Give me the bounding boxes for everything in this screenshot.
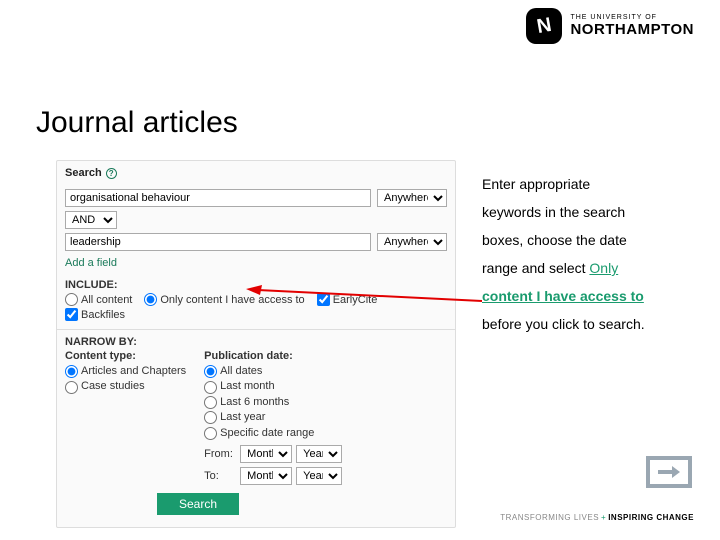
- brand-text: THE UNIVERSITY OF NORTHAMPTON: [570, 14, 694, 37]
- narrow-label: NARROW BY:: [57, 332, 455, 350]
- page-title: Journal articles: [36, 106, 238, 140]
- include-label: INCLUDE:: [57, 275, 455, 293]
- arrow-right-icon: [658, 465, 680, 479]
- search-panel: Search ? Anywhere AND Anywhere Add a fie…: [56, 160, 456, 528]
- from-month[interactable]: Month: [240, 445, 292, 463]
- operator-row: AND: [57, 211, 455, 229]
- ct-cases[interactable]: Case studies: [65, 379, 186, 394]
- instr-line1: Enter appropriate: [482, 176, 590, 192]
- instr-line5: content I have access to: [482, 288, 644, 304]
- next-page-arrow[interactable]: [646, 456, 692, 488]
- operator-select[interactable]: AND: [65, 211, 117, 229]
- instr-line3: boxes, choose the date: [482, 232, 627, 248]
- keyword-row-1: Anywhere: [57, 185, 455, 211]
- to-month[interactable]: Month: [240, 467, 292, 485]
- ct-articles-radio[interactable]: [65, 365, 78, 378]
- include-backfiles[interactable]: Backfiles: [65, 308, 125, 321]
- divider: [57, 329, 455, 330]
- instr-line2: keywords in the search: [482, 204, 625, 220]
- to-label: To:: [204, 470, 236, 482]
- include-earlycite-checkbox[interactable]: [317, 293, 330, 306]
- pd-all-radio[interactable]: [204, 365, 217, 378]
- field-select-2[interactable]: Anywhere: [377, 233, 447, 251]
- pd-last6-radio[interactable]: [204, 396, 217, 409]
- brand-block: N THE UNIVERSITY OF NORTHAMPTON: [526, 8, 694, 44]
- keyword-row-2: Anywhere: [57, 229, 455, 255]
- pd-lastyear[interactable]: Last year: [204, 410, 342, 425]
- tagline-plus: +: [599, 513, 608, 522]
- to-row: To: Month Year: [204, 467, 342, 485]
- pd-range-radio[interactable]: [204, 427, 217, 440]
- instr-only: Only: [589, 260, 618, 276]
- pd-all[interactable]: All dates: [204, 364, 342, 379]
- pd-lastyear-radio[interactable]: [204, 411, 217, 424]
- from-label: From:: [204, 448, 236, 460]
- include-earlycite[interactable]: EarlyCite: [317, 293, 378, 306]
- pd-lastmonth-radio[interactable]: [204, 381, 217, 394]
- add-field-link[interactable]: Add a field: [57, 255, 455, 275]
- content-type-label: Content type:: [65, 350, 186, 362]
- include-backfiles-checkbox[interactable]: [65, 308, 78, 321]
- to-year[interactable]: Year: [296, 467, 342, 485]
- pd-last6[interactable]: Last 6 months: [204, 395, 342, 410]
- from-row: From: Month Year: [204, 445, 342, 463]
- brand-logo: N: [526, 8, 562, 44]
- brand-logo-glyph: N: [535, 13, 553, 38]
- ct-articles[interactable]: Articles and Chapters: [65, 364, 186, 379]
- include-checks: All content Only content I have access t…: [57, 293, 455, 327]
- help-icon[interactable]: ?: [106, 168, 117, 179]
- instr-line4a: range and select: [482, 260, 589, 276]
- search-button[interactable]: Search: [157, 493, 239, 515]
- content-type-col: Content type: Articles and Chapters Case…: [65, 350, 186, 485]
- ct-cases-radio[interactable]: [65, 381, 78, 394]
- include-only-access[interactable]: Only content I have access to: [144, 293, 304, 306]
- tagline-right: INSPIRING CHANGE: [608, 513, 694, 522]
- footer-tagline: TRANSFORMING LIVES+INSPIRING CHANGE: [500, 513, 694, 522]
- keyword-input-2[interactable]: [65, 233, 371, 251]
- narrow-columns: Content type: Articles and Chapters Case…: [57, 350, 455, 485]
- pd-range[interactable]: Specific date range: [204, 426, 342, 441]
- pd-lastmonth[interactable]: Last month: [204, 379, 342, 394]
- pubdate-col: Publication date: All dates Last month L…: [204, 350, 342, 485]
- field-select-1[interactable]: Anywhere: [377, 189, 447, 207]
- keyword-input-1[interactable]: [65, 189, 371, 207]
- brand-name: NORTHAMPTON: [570, 22, 694, 38]
- tagline-left: TRANSFORMING LIVES: [500, 513, 599, 522]
- instruction-text: Enter appropriate keywords in the search…: [482, 170, 682, 338]
- from-year[interactable]: Year: [296, 445, 342, 463]
- include-only-radio[interactable]: [144, 293, 157, 306]
- search-header: Search ?: [57, 161, 455, 185]
- pubdate-label: Publication date:: [204, 350, 342, 362]
- include-all[interactable]: All content: [65, 293, 132, 306]
- include-all-radio[interactable]: [65, 293, 78, 306]
- instr-line6: before you click to search.: [482, 316, 645, 332]
- search-label: Search: [65, 167, 102, 179]
